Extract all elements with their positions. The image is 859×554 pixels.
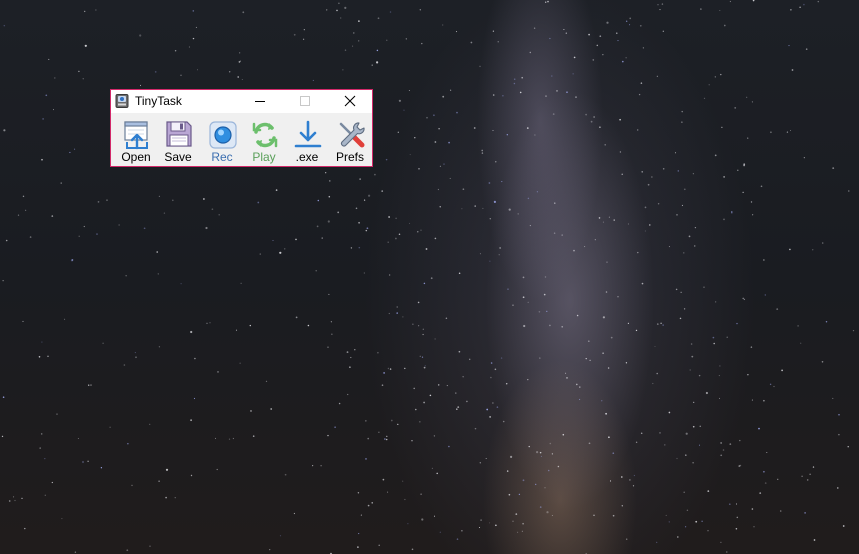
play-loop-icon bbox=[252, 122, 278, 148]
tinytask-window[interactable]: TinyTask Open Save Rec Play .exe Prefs bbox=[110, 89, 373, 167]
floppy-disk-icon bbox=[166, 121, 192, 147]
open-file-icon bbox=[124, 121, 148, 150]
wrench-screwdriver-icon bbox=[339, 122, 365, 148]
preferences-button[interactable]: Prefs bbox=[330, 118, 370, 164]
minimize-icon bbox=[255, 101, 265, 102]
save-label: Save bbox=[164, 150, 192, 164]
record-button[interactable]: Rec bbox=[202, 118, 242, 164]
save-button[interactable]: Save bbox=[158, 118, 198, 164]
desktop-wallpaper: TinyTask Open Save Rec Play .exe Prefs bbox=[0, 0, 859, 554]
close-button[interactable] bbox=[327, 90, 372, 113]
toolbar: Open Save Rec Play .exe Prefs bbox=[111, 114, 372, 166]
maximize-icon bbox=[300, 96, 310, 106]
app-icon bbox=[115, 94, 129, 108]
maximize-button[interactable] bbox=[282, 90, 327, 113]
compile-exe-button[interactable]: .exe bbox=[287, 118, 327, 164]
record-icon bbox=[209, 121, 237, 149]
close-icon bbox=[344, 95, 356, 107]
open-button[interactable]: Open bbox=[116, 118, 156, 164]
play-label: Play bbox=[252, 150, 276, 164]
rec-label: Rec bbox=[211, 150, 233, 164]
open-label: Open bbox=[121, 150, 151, 164]
minimize-button[interactable] bbox=[237, 90, 282, 113]
window-title: TinyTask bbox=[135, 94, 182, 108]
starfield bbox=[1, 0, 855, 554]
prefs-label: Prefs bbox=[335, 150, 364, 164]
title-bar[interactable]: TinyTask bbox=[111, 90, 372, 113]
download-arrow-icon bbox=[294, 120, 322, 148]
exe-label: .exe bbox=[295, 150, 319, 164]
play-button[interactable]: Play bbox=[244, 118, 284, 164]
